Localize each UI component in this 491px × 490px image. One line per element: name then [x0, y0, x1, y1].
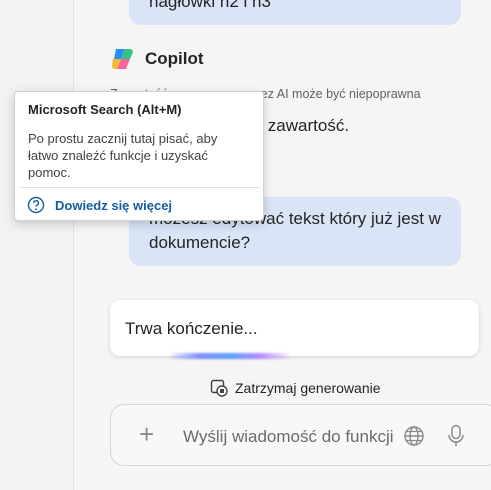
generation-progress-card: Trwa kończenie...	[110, 300, 479, 359]
user-message-text: nagłówki h2 i h3	[149, 0, 271, 11]
stop-generating-label: Zatrzymaj generowanie	[235, 380, 381, 396]
learn-more-label: Dowiedz się więcej	[55, 197, 173, 213]
left-rail	[0, 0, 74, 490]
progress-label: Trwa kończenie...	[125, 319, 258, 338]
copilot-header: Copilot	[110, 46, 204, 72]
copilot-logo-icon	[112, 49, 133, 69]
stop-generating-button[interactable]: Zatrzymaj generowanie	[210, 379, 381, 397]
tooltip-divider	[19, 187, 259, 188]
learn-more-link[interactable]: Dowiedz się więcej	[27, 196, 172, 214]
tooltip-title: Microsoft Search (Alt+M)	[28, 102, 182, 117]
message-composer: +	[110, 404, 491, 466]
message-input[interactable]	[181, 423, 400, 451]
copilot-name: Copilot	[145, 49, 204, 68]
globe-icon[interactable]	[403, 425, 425, 447]
tooltip-body: Po prostu zacznij tutaj pisać, aby łatwo…	[28, 131, 218, 180]
stop-icon	[210, 379, 228, 397]
plus-icon[interactable]: +	[139, 421, 154, 447]
microphone-icon[interactable]	[447, 424, 465, 448]
help-circle-icon	[27, 196, 45, 214]
progress-glow-bar	[170, 353, 290, 359]
microsoft-search-tooltip: Microsoft Search (Alt+M) Po prostu zaczn…	[14, 91, 264, 221]
copilot-chat-pane: nagłówki h2 i h3 Copilot Zawartość gener…	[74, 0, 491, 490]
user-message-bubble: nagłówki h2 i h3	[129, 0, 461, 25]
